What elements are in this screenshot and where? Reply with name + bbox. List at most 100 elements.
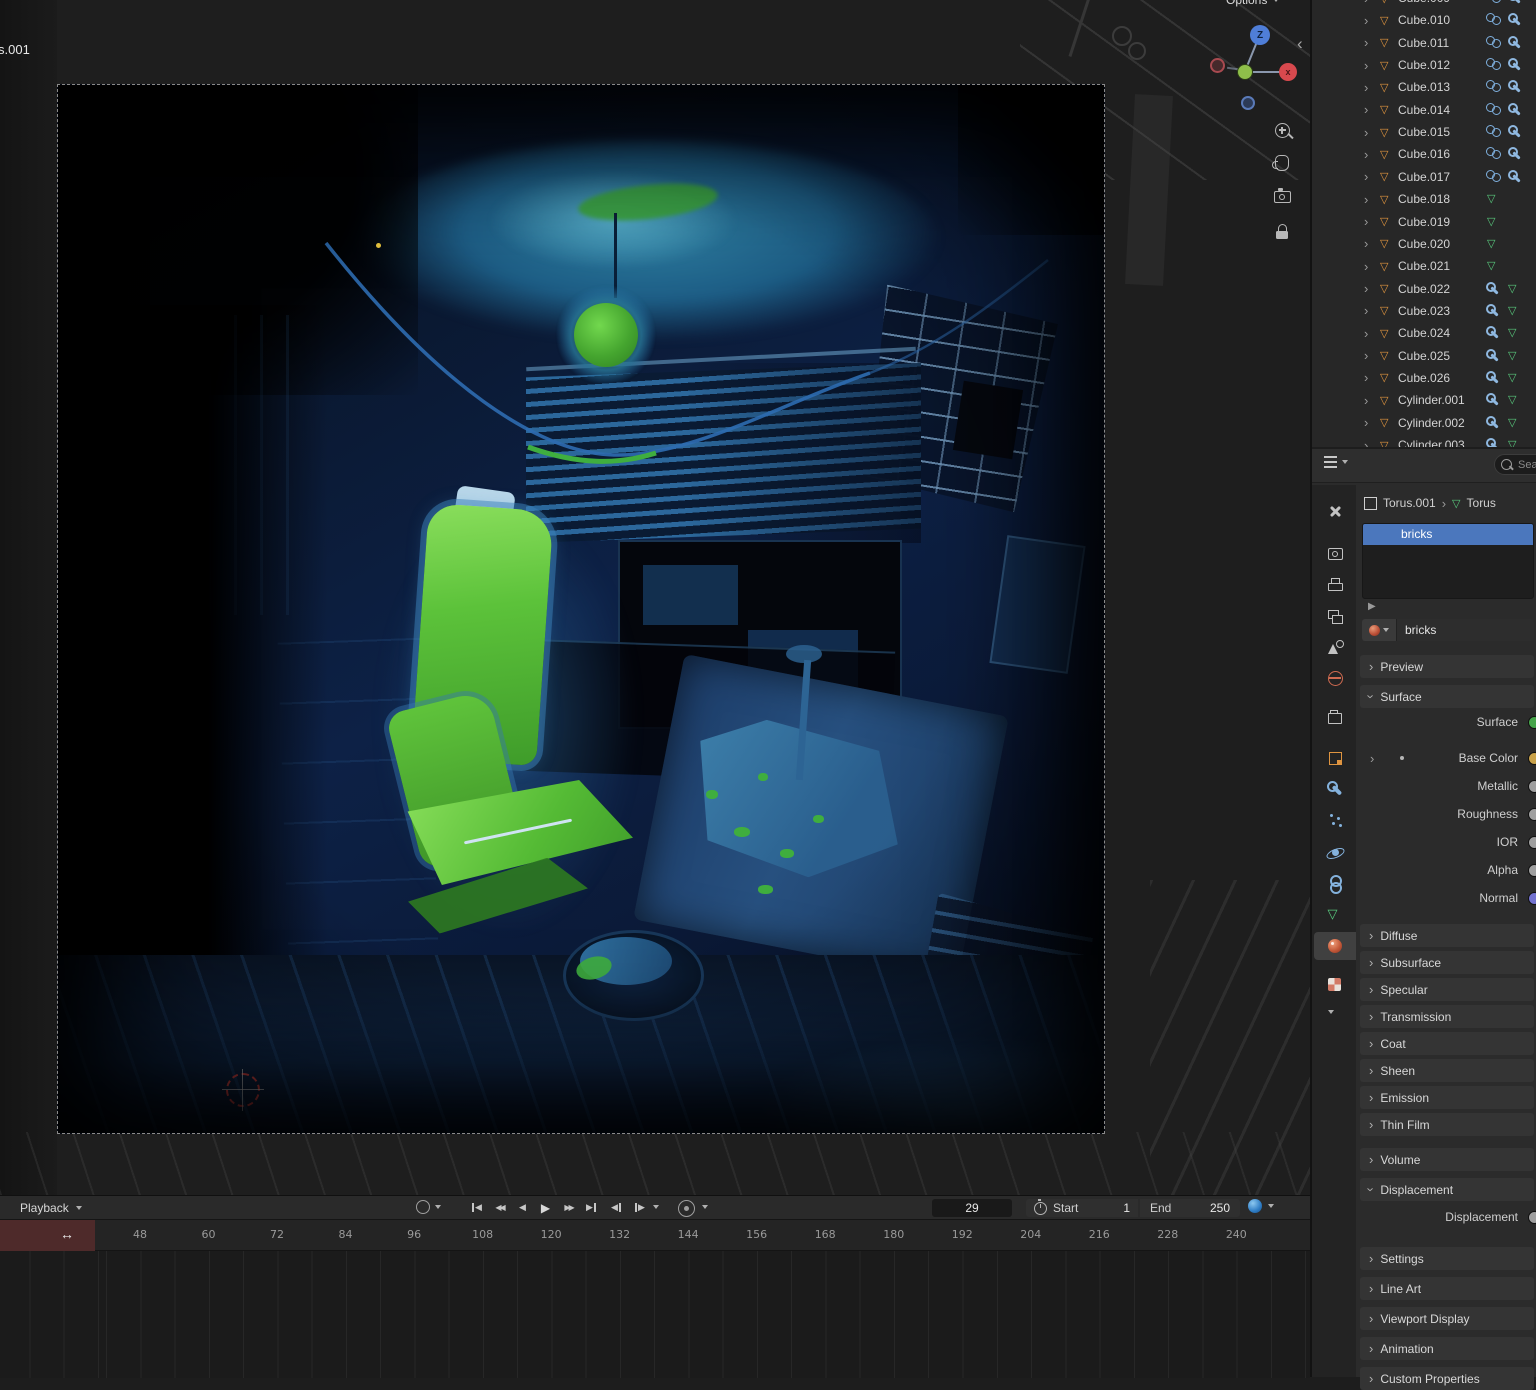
- modifier-icon[interactable]: [1486, 438, 1501, 447]
- outliner-row[interactable]: ›▽Cube.024: [1312, 322, 1536, 344]
- outliner-row[interactable]: ›▽Cube.022: [1312, 278, 1536, 300]
- panel-settings[interactable]: ›Settings: [1360, 1247, 1534, 1270]
- gizmo-x-axis[interactable]: x: [1279, 63, 1297, 81]
- modifier-icon[interactable]: [1508, 13, 1523, 27]
- step-back-icon[interactable]: ◀: [606, 1198, 627, 1217]
- navigation-gizmo[interactable]: Z x: [1206, 16, 1306, 116]
- 3d-viewport[interactable]: s.001 Options ‹ Z x: [0, 0, 1310, 1195]
- modifier-icon[interactable]: [1508, 80, 1523, 94]
- auto-keying-toggle[interactable]: [416, 1200, 441, 1214]
- expand-chevron-icon[interactable]: ›: [1364, 35, 1380, 50]
- tab-particles[interactable]: [1314, 806, 1356, 834]
- outliner-row[interactable]: ›▽Cylinder.003: [1312, 434, 1536, 447]
- outliner-row[interactable]: ›▽Cube.023: [1312, 300, 1536, 322]
- mesh-data-icon[interactable]: [1507, 282, 1522, 296]
- panel-surface[interactable]: › Surface: [1360, 685, 1534, 708]
- tab-collection[interactable]: [1314, 703, 1356, 731]
- breadcrumb-data[interactable]: Torus: [1467, 496, 1496, 510]
- material-browse-button[interactable]: [1362, 619, 1396, 641]
- outliner-row[interactable]: ›▽Cube.017: [1312, 166, 1536, 188]
- frame-end-field[interactable]: End 250: [1140, 1199, 1240, 1217]
- expand-chevron-icon[interactable]: ›: [1364, 393, 1380, 408]
- slot-specials-arrow[interactable]: ▶: [1368, 601, 1534, 615]
- modifier-icon[interactable]: [1486, 393, 1501, 407]
- tab-render[interactable]: [1314, 539, 1356, 567]
- modifier-icon[interactable]: [1508, 103, 1523, 117]
- expand-chevron-icon[interactable]: ›: [1364, 58, 1380, 73]
- current-frame-field[interactable]: 29: [932, 1199, 1012, 1217]
- frame-start-field[interactable]: Start 1: [1026, 1199, 1138, 1217]
- outliner-row[interactable]: ›▽Cube.019: [1312, 211, 1536, 233]
- mesh-data-icon[interactable]: [1486, 237, 1501, 251]
- expand-chevron-icon[interactable]: ›: [1364, 169, 1380, 184]
- mesh-data-icon[interactable]: [1486, 259, 1501, 273]
- modifier-icon[interactable]: [1508, 36, 1523, 50]
- expand-chevron-icon[interactable]: ›: [1364, 0, 1380, 6]
- modifier-icon[interactable]: [1486, 326, 1501, 340]
- mesh-data-icon[interactable]: [1507, 304, 1522, 318]
- panel-transmission[interactable]: ›Transmission: [1360, 1005, 1534, 1028]
- expand-chevron-icon[interactable]: ›: [1364, 348, 1380, 363]
- outliner-row[interactable]: ›▽Cube.016: [1312, 143, 1536, 165]
- constraint-icon[interactable]: [1486, 36, 1502, 49]
- constraint-icon[interactable]: [1486, 125, 1502, 138]
- constraint-icon[interactable]: [1486, 147, 1502, 160]
- expand-chevron-icon[interactable]: ›: [1364, 438, 1380, 448]
- gizmo-z-negative-axis[interactable]: [1241, 96, 1255, 110]
- panel-thin-film[interactable]: ›Thin Film: [1360, 1113, 1534, 1136]
- search-input[interactable]: [1516, 458, 1536, 472]
- constraint-icon[interactable]: [1486, 170, 1502, 183]
- expand-chevron-icon[interactable]: ›: [1364, 214, 1380, 229]
- outliner-row[interactable]: ›▽Cube.020: [1312, 233, 1536, 255]
- outliner-row[interactable]: ›▽Cube.015: [1312, 121, 1536, 143]
- playback-sync-button[interactable]: [1248, 1199, 1274, 1213]
- jump-first-icon[interactable]: ◀: [466, 1198, 487, 1217]
- value-socket[interactable]: [1528, 716, 1536, 729]
- tab-object[interactable]: [1314, 744, 1356, 772]
- camera-view-button[interactable]: [1268, 183, 1296, 211]
- mesh-data-icon[interactable]: [1507, 371, 1522, 385]
- expand-chevron-icon[interactable]: ›: [1364, 13, 1380, 28]
- expand-chevron-icon[interactable]: ›: [1364, 259, 1380, 274]
- timeline-tracks[interactable]: [0, 1251, 1310, 1378]
- value-socket[interactable]: [1528, 780, 1536, 793]
- panel-displacement[interactable]: › Displacement: [1360, 1178, 1534, 1201]
- lock-view-button[interactable]: [1268, 217, 1296, 245]
- chevron-down-icon[interactable]: [1328, 1010, 1334, 1014]
- chevron-right-icon[interactable]: ›: [1370, 751, 1374, 766]
- outliner-row[interactable]: ›▽Cube.025: [1312, 345, 1536, 367]
- modifier-icon[interactable]: [1486, 304, 1501, 318]
- camera-view[interactable]: [57, 84, 1105, 1134]
- panel-line-art[interactable]: ›Line Art: [1360, 1277, 1534, 1300]
- tab-object-data[interactable]: [1314, 900, 1356, 928]
- mesh-data-icon[interactable]: [1507, 416, 1522, 430]
- chevron-down-icon[interactable]: [653, 1205, 659, 1209]
- expand-chevron-icon[interactable]: ›: [1364, 102, 1380, 117]
- properties-editor[interactable]: Torus.001 › ▽ Torus bricks ▶ bricks › Pr…: [1312, 449, 1536, 1377]
- modifier-icon[interactable]: [1508, 170, 1523, 184]
- modifier-icon[interactable]: [1486, 416, 1501, 430]
- outliner-row[interactable]: ›▽Cube.010: [1312, 9, 1536, 31]
- next-keyframe-icon[interactable]: ▶▶: [558, 1198, 579, 1217]
- constraint-icon[interactable]: [1486, 80, 1502, 93]
- panel-subsurface[interactable]: ›Subsurface: [1360, 951, 1534, 974]
- expand-chevron-icon[interactable]: ›: [1364, 192, 1380, 207]
- panel-sheen[interactable]: ›Sheen: [1360, 1059, 1534, 1082]
- material-slot-selected[interactable]: bricks: [1363, 524, 1533, 545]
- tab-constraint[interactable]: [1314, 869, 1356, 897]
- zoom-button[interactable]: [1268, 116, 1296, 144]
- tab-physics[interactable]: [1314, 838, 1356, 866]
- panel-diffuse[interactable]: ›Diffuse: [1360, 924, 1534, 947]
- panel-emission[interactable]: ›Emission: [1360, 1086, 1534, 1109]
- tab-output[interactable]: [1314, 571, 1356, 599]
- value-socket[interactable]: [1528, 836, 1536, 849]
- outliner[interactable]: ›▽Cube.009›▽Cube.010›▽Cube.011›▽Cube.012…: [1312, 0, 1536, 447]
- modifier-icon[interactable]: [1508, 147, 1523, 161]
- constraint-icon[interactable]: [1486, 58, 1502, 71]
- search-box[interactable]: [1494, 454, 1536, 475]
- expand-chevron-icon[interactable]: ›: [1364, 303, 1380, 318]
- expand-chevron-icon[interactable]: ›: [1364, 326, 1380, 341]
- mesh-data-icon[interactable]: [1507, 326, 1522, 340]
- mesh-data-icon[interactable]: [1507, 393, 1522, 407]
- tab-material[interactable]: [1314, 932, 1356, 960]
